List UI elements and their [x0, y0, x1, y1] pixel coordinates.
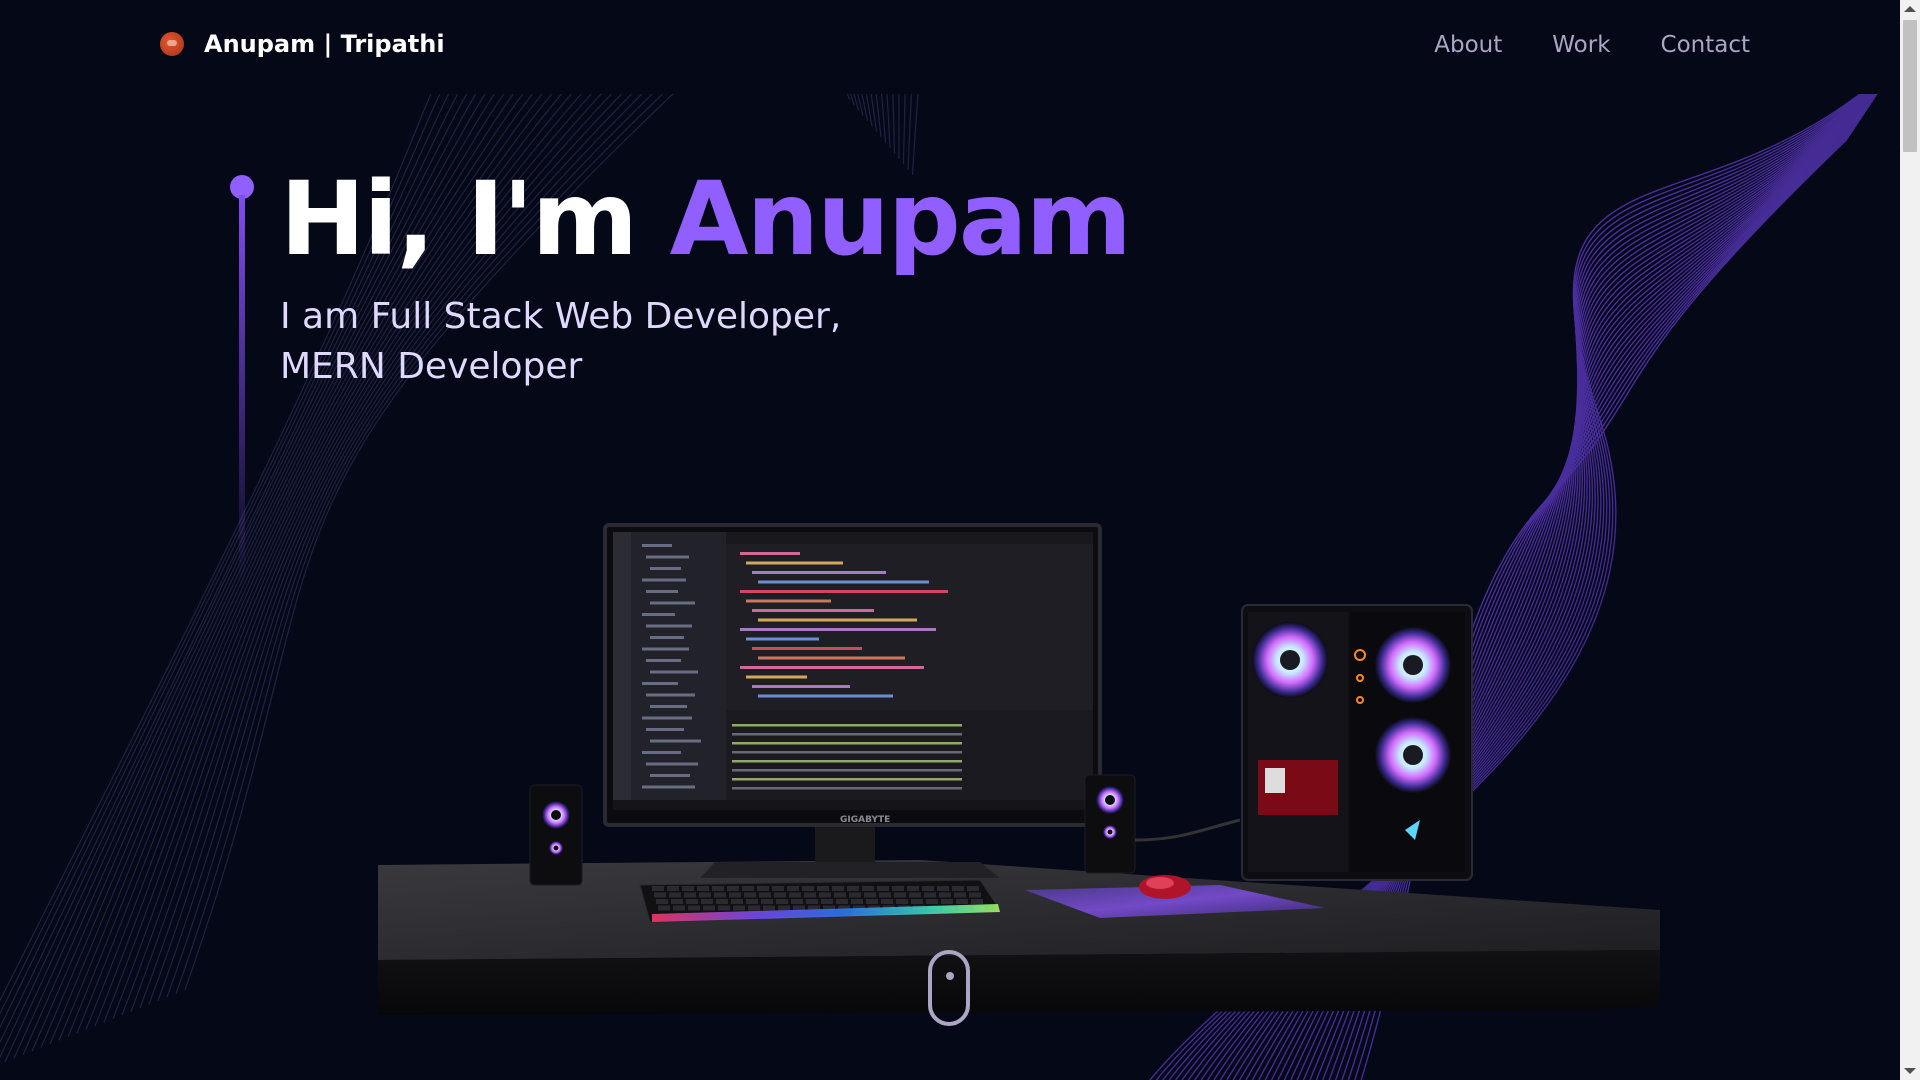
hero-subtitle-line1: I am Full Stack Web Developer, [280, 296, 842, 337]
mouse-scroll-icon[interactable] [928, 950, 970, 1026]
logo-text: Anupam | Tripathi [204, 30, 445, 58]
planet-logo-icon [160, 32, 184, 56]
hero-name: Anupam [669, 160, 1132, 279]
hero-greeting: Hi, I'm [280, 160, 670, 279]
hero-title: Hi, I'm Anupam [280, 160, 1132, 280]
portfolio-page: Anupam | Tripathi About Work Contact Hi,… [0, 0, 1920, 1080]
scroll-dot [946, 972, 954, 980]
logo-link[interactable]: Anupam | Tripathi [160, 30, 445, 58]
nav-link-work[interactable]: Work [1552, 32, 1610, 58]
nav-link-about[interactable]: About [1434, 32, 1502, 58]
hero-accent-line [230, 175, 256, 585]
hero-text-block: Hi, I'm Anupam I am Full Stack Web Devel… [280, 160, 1132, 392]
scroll-down-arrow-icon[interactable] [1904, 1068, 1916, 1074]
page-scrollbar[interactable] [1900, 0, 1920, 1080]
nav-link-contact[interactable]: Contact [1661, 32, 1750, 58]
hero-subtitle-line2: MERN Developer [280, 346, 583, 387]
hero-accent-gradient-line [239, 195, 245, 585]
top-navbar: Anupam | Tripathi About Work Contact [0, 0, 1900, 94]
desktop-computer-3d-scene[interactable]: GIGABYTE [360, 510, 1680, 1030]
nav-links: About Work Contact [1434, 32, 1750, 58]
scroll-up-arrow-icon[interactable] [1904, 6, 1916, 12]
monitor-brand: GIGABYTE [840, 815, 890, 825]
desk-front [378, 950, 1660, 1015]
hero-subtitle: I am Full Stack Web Developer, MERN Deve… [280, 292, 1130, 392]
scrollbar-thumb[interactable] [1903, 20, 1917, 152]
